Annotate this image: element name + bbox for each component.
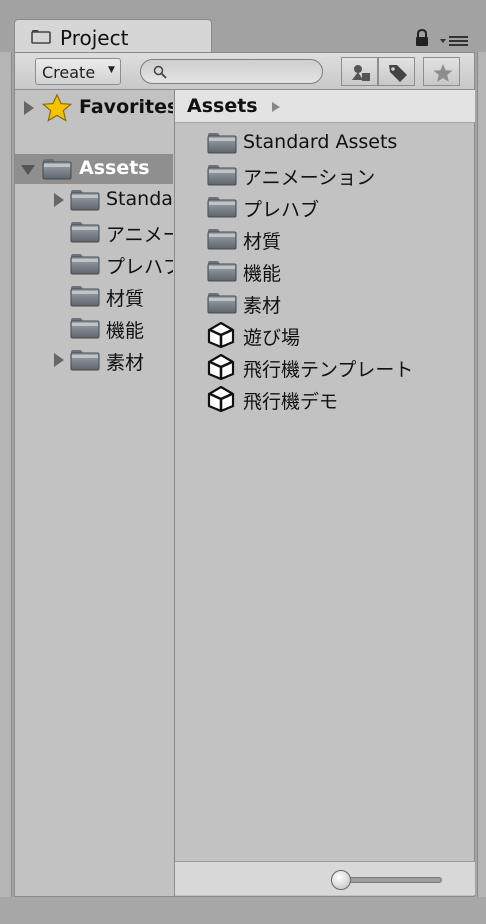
right-dock-edge [477, 52, 486, 897]
folder-icon [207, 260, 237, 282]
tree-item-assets[interactable]: Assets [15, 154, 173, 184]
magnifier-icon [153, 65, 167, 79]
tree-item-label: Assets [79, 157, 150, 179]
list-item-label: Standard Assets [243, 131, 398, 153]
asset-list-footer [175, 861, 475, 895]
list-item[interactable]: 遊び場 [175, 319, 475, 351]
window-bottom-edge [0, 897, 486, 924]
list-item[interactable]: Standard Assets [175, 127, 475, 159]
folder-icon [70, 189, 100, 211]
folder-icon [207, 228, 237, 250]
folder-icon [70, 285, 100, 307]
create-label: Create [42, 63, 96, 82]
list-item[interactable]: 材質 [175, 223, 475, 255]
lock-icon[interactable] [414, 29, 430, 47]
list-item-label: 飛行機デモ [243, 391, 339, 413]
tree-item-prefab[interactable]: プレハブ [15, 249, 173, 279]
filter-by-type-button[interactable] [341, 57, 378, 86]
favorites-star-icon [42, 94, 72, 122]
icon-size-slider-thumb[interactable] [331, 870, 351, 890]
tree-item-label: 材質 [106, 288, 145, 310]
unity-scene-icon [207, 322, 235, 348]
tab-label: Project [60, 26, 129, 50]
search-field[interactable] [140, 59, 323, 84]
chevron-right-icon [272, 102, 280, 112]
folder-icon [70, 317, 100, 339]
icon-size-slider[interactable] [337, 877, 442, 883]
list-item[interactable]: アニメーション [175, 159, 475, 191]
unity-scene-icon [207, 354, 235, 380]
folder-icon [42, 158, 72, 180]
tree-item-label: アニメーション [106, 224, 173, 246]
list-item[interactable]: 機能 [175, 255, 475, 287]
chevron-down-icon[interactable] [21, 164, 35, 176]
search-input[interactable] [171, 62, 316, 81]
asset-list-pane: Assets Standard Assets アニメーション プレハブ 材質 機… [174, 90, 475, 896]
folder-tree: Favorites Assets Standard Assets アニメーション… [15, 90, 173, 896]
list-item-label: 素材 [243, 295, 282, 317]
list-item-label: アニメーション [243, 167, 376, 189]
project-panel: Create ▼ Favorites Assets Standa アニメー プレ… [14, 52, 475, 897]
tree-item-label: 素材 [106, 352, 145, 374]
unity-scene-icon [207, 386, 235, 412]
folder-icon [70, 349, 100, 371]
chevron-right-icon[interactable] [53, 193, 65, 207]
tree-item-favorites[interactable]: Favorites [15, 93, 173, 123]
list-item[interactable]: 飛行機デモ [175, 383, 475, 415]
list-item[interactable]: プレハブ [175, 191, 475, 223]
list-item-label: 遊び場 [243, 327, 301, 349]
favorites-star-icon [433, 64, 453, 82]
tree-item-source[interactable]: 素材 [15, 345, 173, 375]
folder-icon [31, 30, 51, 44]
create-button[interactable]: Create ▼ [35, 58, 121, 85]
breadcrumb: Assets [175, 90, 475, 123]
chevron-right-icon[interactable] [23, 101, 35, 115]
list-item-label: 材質 [243, 231, 282, 253]
folder-icon [207, 292, 237, 314]
folder-icon [70, 253, 100, 275]
folder-icon [70, 221, 100, 243]
tree-item-function[interactable]: 機能 [15, 313, 173, 343]
favorites-star-button[interactable] [423, 57, 460, 86]
list-item-label: プレハブ [243, 199, 320, 221]
folder-icon [207, 164, 237, 186]
tree-item-animation[interactable]: アニメーション [15, 217, 173, 247]
list-item[interactable]: 素材 [175, 287, 475, 319]
list-item[interactable]: 飛行機テンプレート [175, 351, 475, 383]
tree-item-label: 機能 [106, 320, 145, 342]
breadcrumb-item[interactable]: Assets [187, 95, 258, 117]
list-item-label: 機能 [243, 263, 282, 285]
tab-project[interactable]: Project [14, 19, 212, 53]
tree-item-label: Favorites [79, 96, 173, 118]
filter-by-label-button[interactable] [378, 57, 415, 86]
tree-item-label: プレハブ [106, 256, 173, 278]
tree-item-label: Standard Assets [106, 188, 173, 210]
folder-icon [207, 132, 237, 154]
tab-bar: Project [0, 0, 486, 53]
chevron-down-icon: ▼ [108, 65, 115, 75]
tree-item-material[interactable]: 材質 [15, 281, 173, 311]
tree-item-standard-assets[interactable]: Standard Assets [15, 185, 173, 215]
left-dock-edge [0, 52, 12, 897]
filter-by-type-icon [352, 65, 370, 81]
chevron-right-icon[interactable] [53, 353, 65, 367]
list-item-label: 飛行機テンプレート [243, 359, 414, 381]
folder-icon [207, 196, 237, 218]
filter-by-label-icon [389, 65, 407, 82]
panel-menu-icon[interactable] [440, 34, 470, 48]
toolbar: Create ▼ [15, 53, 474, 90]
